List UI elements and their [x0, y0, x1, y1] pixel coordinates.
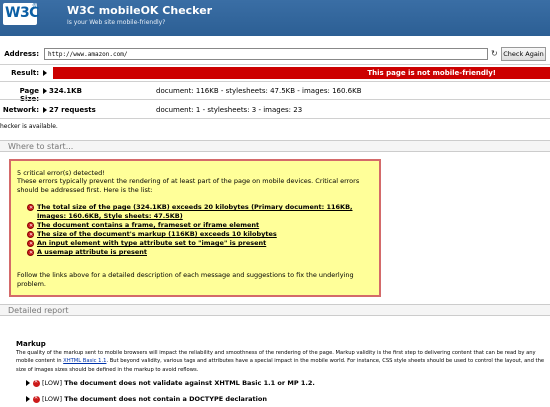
expand-arrow-icon[interactable] [43, 88, 47, 94]
critical-errors-follow-text: Follow the links above for a detailed de… [17, 271, 354, 288]
critical-error-link[interactable]: The document contains a frame, frameset … [27, 221, 379, 231]
expand-arrow-icon[interactable] [26, 380, 30, 386]
critical-errors-box: 5 critical error(s) detected! These erro… [9, 159, 381, 297]
critical-error-text: The document contains a frame, frameset … [37, 221, 260, 229]
error-icon [27, 231, 34, 240]
w3c-logo[interactable]: W3C ® [3, 3, 39, 25]
expand-arrow-icon[interactable] [43, 107, 47, 113]
page-size-label: Page Size: [19, 87, 39, 103]
app-header: W3C ® W3C mobileOK Checker Is your Web s… [0, 0, 550, 36]
network-value: 27 requests [49, 106, 96, 114]
network-label: Network: [2, 106, 39, 114]
issue-text: The document does not contain a DOCTYPE … [64, 395, 267, 403]
critical-error-text: The total size of the page (324.1KB) exc… [37, 203, 353, 220]
expand-arrow-icon[interactable] [43, 70, 47, 76]
row-divider [0, 81, 550, 82]
app-title: W3C mobileOK Checker [67, 4, 213, 17]
checker-note: hecker is available. [0, 123, 58, 130]
issue-level: [LOW] [42, 379, 63, 387]
detailed-report-label: Detailed report [8, 306, 69, 315]
expand-arrow-icon[interactable] [26, 396, 30, 402]
critical-error-link[interactable]: An input element with type attribute set… [27, 239, 379, 249]
go-icon[interactable]: ↻ [491, 49, 498, 58]
address-label: Address: [4, 50, 39, 58]
issue-level: [LOW] [42, 395, 63, 403]
where-to-start-heading[interactable]: Where to start... [0, 140, 550, 152]
error-icon [27, 240, 34, 249]
issue-text: The document does not validate against X… [64, 379, 315, 387]
network-detail: document: 1 - stylesheets: 3 - images: 2… [156, 106, 303, 114]
markup-issue-row[interactable]: [LOW] The document does not validate aga… [26, 379, 315, 387]
error-icon [27, 222, 34, 231]
error-icon [27, 249, 34, 258]
row-divider [0, 99, 550, 100]
row-divider [0, 118, 550, 119]
critical-error-link[interactable]: A usemap attribute is present [27, 248, 379, 258]
result-label: Result: [11, 69, 39, 77]
where-to-start-label: Where to start... [8, 142, 74, 151]
app-subtitle: Is your Web site mobile-friendly? [67, 19, 166, 26]
critical-error-link[interactable]: The size of the document's markup (116KB… [27, 230, 379, 240]
error-icon [33, 395, 40, 403]
page-size-value: 324.1KB [49, 87, 82, 95]
markup-issue-row[interactable]: [LOW] The document does not contain a DO… [26, 395, 267, 403]
markup-description: The quality of the markup sent to mobile… [16, 349, 550, 374]
detailed-report-heading[interactable]: Detailed report [0, 304, 550, 316]
critical-error-text: A usemap attribute is present [37, 248, 148, 256]
address-input[interactable] [44, 48, 488, 60]
row-divider [0, 64, 550, 65]
page-size-detail: document: 116KB - stylesheets: 47.5KB - … [156, 87, 362, 95]
xhtml-basic-link[interactable]: XHTML Basic 1.1 [63, 358, 106, 364]
critical-errors-list: The total size of the page (324.1KB) exc… [27, 203, 379, 258]
critical-error-text: An input element with type attribute set… [37, 239, 267, 247]
critical-error-link[interactable]: The total size of the page (324.1KB) exc… [27, 203, 379, 221]
error-icon [27, 204, 34, 213]
logo-mark: ® [32, 3, 37, 9]
critical-error-text: The size of the document's markup (116KB… [37, 230, 277, 238]
check-again-button[interactable]: Check Again [501, 47, 546, 61]
critical-errors-description: These errors typically prevent the rende… [17, 177, 360, 194]
error-icon [33, 379, 40, 387]
result-status-bar: This page is not mobile-friendly! [53, 67, 550, 79]
critical-errors-title: 5 critical error(s) detected! [17, 169, 105, 177]
markup-section-title: Markup [16, 340, 46, 348]
